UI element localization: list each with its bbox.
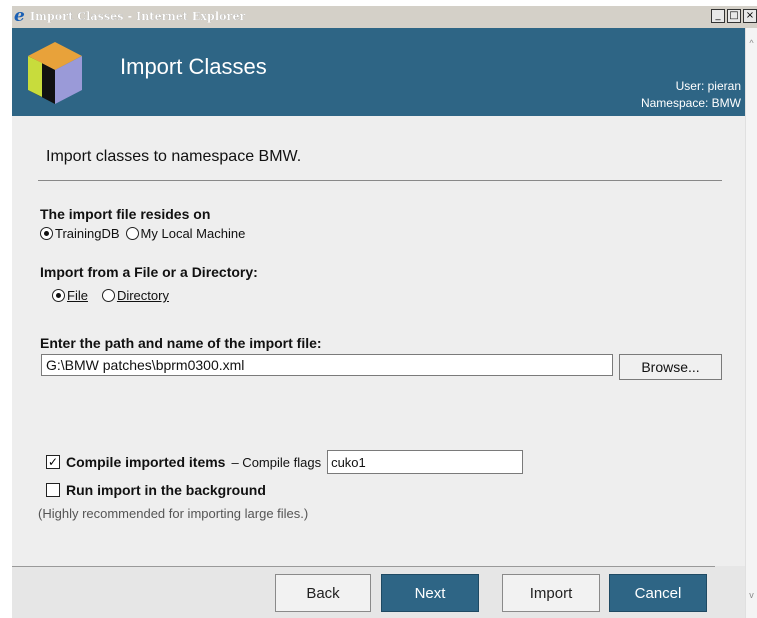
page-title: Import Classes [120, 54, 267, 79]
radio-directory[interactable]: Directory [101, 288, 169, 303]
browse-button[interactable]: Browse... [619, 354, 722, 380]
divider [38, 180, 722, 181]
radio-file[interactable]: File [52, 288, 88, 303]
radio-selected-icon[interactable] [52, 289, 65, 302]
background-label: Run import in the background [66, 482, 266, 498]
compile-row: ✓ Compile imported items – Compile flags [46, 450, 524, 474]
background-hint: (Highly recommended for importing large … [38, 506, 309, 521]
dialog-header: Import Classes User: pieran Namespace: B… [12, 28, 745, 116]
vertical-scrollbar[interactable]: ^ v [745, 28, 757, 618]
cube-logo-icon [28, 42, 82, 104]
background-checkbox[interactable] [46, 483, 60, 497]
scroll-down-icon[interactable]: v [746, 590, 757, 602]
import-button[interactable]: Import [502, 574, 600, 612]
import-source-options: TrainingDB My Local Machine [40, 226, 251, 241]
next-button[interactable]: Next [381, 574, 479, 612]
import-source-label: The import file resides on [40, 206, 211, 222]
window-controls: _ □ × [709, 9, 757, 25]
radio-trainingdb[interactable]: TrainingDB [40, 226, 120, 241]
import-type-options: File Directory [52, 288, 175, 303]
footer-divider [12, 566, 715, 567]
namespace-label: Namespace: BMW [640, 96, 741, 110]
browser-window: e Import Classes - Internet Explorer _ □… [0, 0, 757, 618]
scroll-up-icon[interactable]: ^ [746, 38, 757, 50]
close-button[interactable]: × [743, 9, 757, 23]
background-row: Run import in the background [46, 482, 266, 498]
intro-text: Import classes to namespace BMW. [46, 148, 302, 165]
path-label: Enter the path and name of the import fi… [40, 335, 322, 351]
back-button[interactable]: Back [275, 574, 371, 612]
import-path-input[interactable] [41, 354, 613, 376]
compile-flags-input[interactable] [327, 450, 524, 474]
minimize-button[interactable]: _ [711, 9, 725, 23]
import-type-label: Import from a File or a Directory: [40, 264, 258, 280]
compile-label: Compile imported items [66, 454, 226, 470]
cancel-button[interactable]: Cancel [609, 574, 707, 612]
radio-unselected-icon[interactable] [101, 289, 115, 302]
compile-checkbox[interactable]: ✓ [46, 455, 60, 469]
dialog-content: Import classes to namespace BMW. The imp… [12, 116, 745, 566]
radio-unselected-icon[interactable] [125, 227, 139, 240]
radio-selected-icon[interactable] [40, 227, 53, 240]
compile-flags-label: – Compile flags [231, 454, 322, 470]
internet-explorer-icon: e [14, 6, 25, 26]
window-left-edge [0, 0, 10, 618]
user-label: User: pieran [675, 79, 741, 93]
radio-local-machine[interactable]: My Local Machine [125, 226, 245, 241]
maximize-button[interactable]: □ [727, 9, 741, 23]
window-titlebar[interactable]: e Import Classes - Internet Explorer _ □… [12, 6, 757, 28]
window-title: Import Classes - Internet Explorer [30, 10, 246, 23]
